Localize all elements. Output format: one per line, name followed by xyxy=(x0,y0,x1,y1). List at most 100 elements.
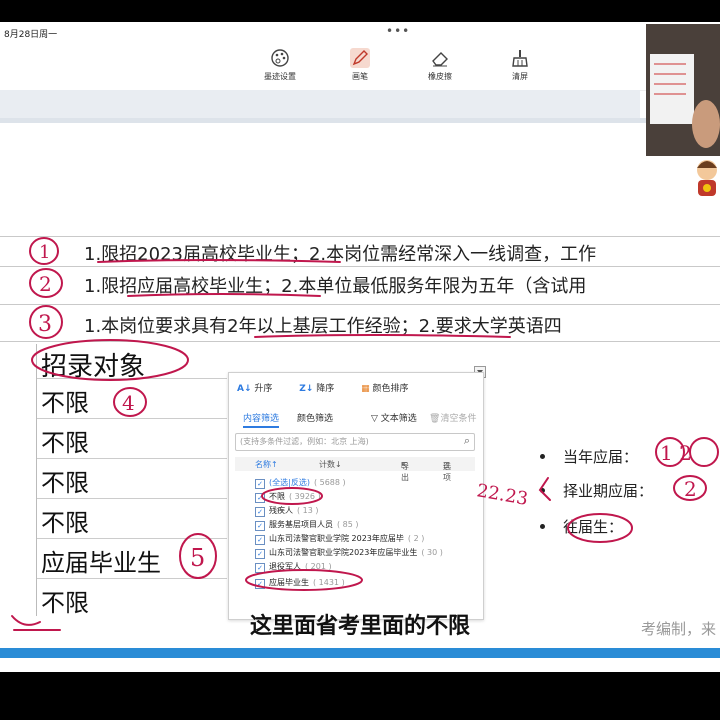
filter-panel: A↓ 升序 Z↓ 降序 ▦ 颜色排序 内容筛选 颜色筛选 ▽ 文本筛选 🗑清空条… xyxy=(228,372,484,620)
bottom-blue-bar xyxy=(0,648,720,658)
filter-option[interactable]: ✓ 不限 ( 3926 ) xyxy=(255,491,321,503)
option-label: 残疾人 xyxy=(269,506,293,515)
option-count: ( 3926 ) xyxy=(289,492,321,501)
option-count: ( 5688 ) xyxy=(313,478,346,487)
name-column-header[interactable]: 名称↑ xyxy=(255,459,278,470)
broom-icon xyxy=(512,50,528,67)
table-row: 1.限招2023届高校毕业生；2.本岗位需经常深入一线调查，工作 xyxy=(0,236,720,265)
row-requirement-text: 1.限招应届高校毕业生；2.本单位最低服务年限为五年（含试用 xyxy=(84,276,587,297)
option-count: ( 13 ) xyxy=(297,506,319,515)
funnel-icon: ▽ xyxy=(371,414,381,424)
option-count: ( 1431 ) xyxy=(313,578,345,587)
sort-color-button[interactable]: ▦ 颜色排序 xyxy=(361,384,420,394)
sort-desc-label: 降序 xyxy=(316,384,335,394)
search-placeholder: (支持多条件过滤，例如：北京 上海) xyxy=(240,437,369,446)
clear-conditions-label: 清空条件 xyxy=(440,414,477,424)
checkbox-icon[interactable]: ✓ xyxy=(255,579,265,589)
sort-color-label: 颜色排序 xyxy=(372,384,409,394)
ink-toolbar: 墨迹设置 画笔 橡皮擦 清屏 xyxy=(0,44,720,91)
bullet-icon xyxy=(540,488,545,493)
eraser-button[interactable]: 橡皮擦 xyxy=(418,48,462,82)
checkbox-icon[interactable]: ✓ xyxy=(255,549,265,559)
checkbox-icon[interactable]: ✓ xyxy=(255,493,265,503)
filter-option[interactable]: ✓ (全选|反选)( 5688 ) xyxy=(255,477,346,489)
checkbox-icon[interactable]: ✓ xyxy=(255,563,265,573)
status-time: 8月28日周一 xyxy=(4,30,58,40)
bullet-text: 往届生： xyxy=(563,518,624,536)
filter-option[interactable]: ✓ 服务基层项目人员 ( 85 ) xyxy=(255,519,359,531)
checkbox-icon[interactable]: ✓ xyxy=(255,479,265,489)
bullet-icon xyxy=(540,524,545,529)
option-label: 服务基层项目人员 xyxy=(269,520,333,529)
tool-label: 橡皮擦 xyxy=(428,72,452,81)
palette-icon xyxy=(271,49,289,67)
count-column-header[interactable]: 计数↓ xyxy=(319,459,342,470)
option-label: 山东司法警官职业学院2023年应届毕业生 xyxy=(269,548,418,557)
filter-option[interactable]: ✓ 残疾人 ( 13 ) xyxy=(255,505,319,517)
row-requirement-text: 1.本岗位要求具有2年以上基层工作经验；2.要求大学英语四 xyxy=(84,316,562,337)
spreadsheet-header-band xyxy=(0,90,640,118)
search-icon: ⌕ xyxy=(463,434,470,447)
checkbox-icon[interactable]: ✓ xyxy=(255,521,265,531)
ink-settings-button[interactable]: 墨迹设置 xyxy=(258,48,302,82)
cell-value: 应届毕业生 xyxy=(41,549,161,577)
table-cell[interactable]: 不限 xyxy=(37,418,227,459)
cell-value: 不限 xyxy=(41,509,89,537)
list-item: 往届生： xyxy=(540,516,623,537)
option-count: ( 85 ) xyxy=(337,520,359,529)
option-label: 应届毕业生 xyxy=(269,578,309,587)
table-cell[interactable]: 不限 xyxy=(37,458,227,499)
filter-list-header: 名称↑ 计数↓ ⇱ 导出 ☰ 选项 xyxy=(235,457,475,482)
tab-color-filter[interactable]: 颜色筛选 xyxy=(297,411,333,424)
bullet-text: 择业期应届： xyxy=(563,482,654,500)
option-label: 山东司法警官职业学院 2023年应届毕 xyxy=(269,534,404,543)
sort-bar: A↓ 升序 Z↓ 降序 ▦ 颜色排序 xyxy=(237,381,433,394)
filter-option[interactable]: ✓ 山东司法警官职业学院2023年应届毕业生( 30 ) xyxy=(255,547,443,559)
option-count: ( 30 ) xyxy=(421,548,443,557)
filter-option[interactable]: ✓ 退役军人 ( 201 ) xyxy=(255,561,332,573)
table-row: 1.本岗位要求具有2年以上基层工作经验；2.要求大学英语四 xyxy=(0,304,720,342)
sort-asc-button[interactable]: A↓ 升序 xyxy=(237,384,284,394)
export-label: 导出 xyxy=(401,462,409,482)
clear-conditions-button[interactable]: 🗑清空条件 xyxy=(429,411,476,424)
video-subtitle: 这里面省考里面的不限 xyxy=(249,614,470,639)
row-requirement-text: 1.限招2023届高校毕业生；2.本岗位需经常深入一线调查，工作 xyxy=(84,244,597,265)
filter-search-input[interactable]: (支持多条件过滤，例如：北京 上海) ⌕ xyxy=(235,433,475,451)
filter-option[interactable]: ✓ 山东司法警官职业学院 2023年应届毕( 2 ) xyxy=(255,533,424,545)
recruitment-target-column: 招录对象 不限 不限 不限 不限 应届毕业生 不限 xyxy=(36,344,227,617)
option-label: (全选|反选) xyxy=(269,478,310,487)
option-label: 不限 xyxy=(269,492,285,501)
clear-screen-button[interactable]: 清屏 xyxy=(498,48,542,82)
table-cell[interactable]: 应届毕业生 xyxy=(37,538,227,579)
table-row: 1.限招应届高校毕业生；2.本单位最低服务年限为五年（含试用 xyxy=(0,266,720,299)
text-filter-label: 文本筛选 xyxy=(380,414,417,424)
webcam-preview xyxy=(646,24,720,156)
option-label: 退役军人 xyxy=(269,562,301,571)
tool-label: 画笔 xyxy=(352,72,368,81)
cell-value: 不限 xyxy=(41,469,89,497)
text-filter-button[interactable]: ▽ 文本筛选 xyxy=(371,411,417,424)
tool-label: 墨迹设置 xyxy=(264,72,296,81)
table-cell[interactable]: 不限 xyxy=(37,498,227,539)
bullet-text: 当年应届： xyxy=(563,448,639,466)
sort-desc-button[interactable]: Z↓ 降序 xyxy=(299,384,346,394)
table-cell[interactable]: 不限 xyxy=(37,378,227,419)
option-count: ( 2 ) xyxy=(407,534,425,543)
sort-asc-label: 升序 xyxy=(254,384,273,394)
status-bar: 8月28日周一 ••• xyxy=(0,22,720,44)
checkbox-icon[interactable]: ✓ xyxy=(255,535,265,545)
bullet-icon xyxy=(540,454,545,459)
pen-button[interactable]: 画笔 xyxy=(338,48,382,82)
option-count: ( 201 ) xyxy=(305,562,332,571)
checkbox-icon[interactable]: ✓ xyxy=(255,507,265,517)
eraser-icon xyxy=(432,52,448,67)
more-dots-icon[interactable]: ••• xyxy=(386,24,410,38)
list-item: 当年应届： xyxy=(540,446,638,467)
filter-option[interactable]: ✓ 应届毕业生 ( 1431 ) xyxy=(255,577,345,589)
tool-label: 清屏 xyxy=(512,72,528,81)
cell-value: 不限 xyxy=(41,429,89,457)
pen-icon xyxy=(350,48,370,68)
tab-content-filter[interactable]: 内容筛选 xyxy=(243,411,280,428)
spreadsheet-header-strip xyxy=(0,118,720,123)
options-label: 选项 xyxy=(443,462,451,482)
